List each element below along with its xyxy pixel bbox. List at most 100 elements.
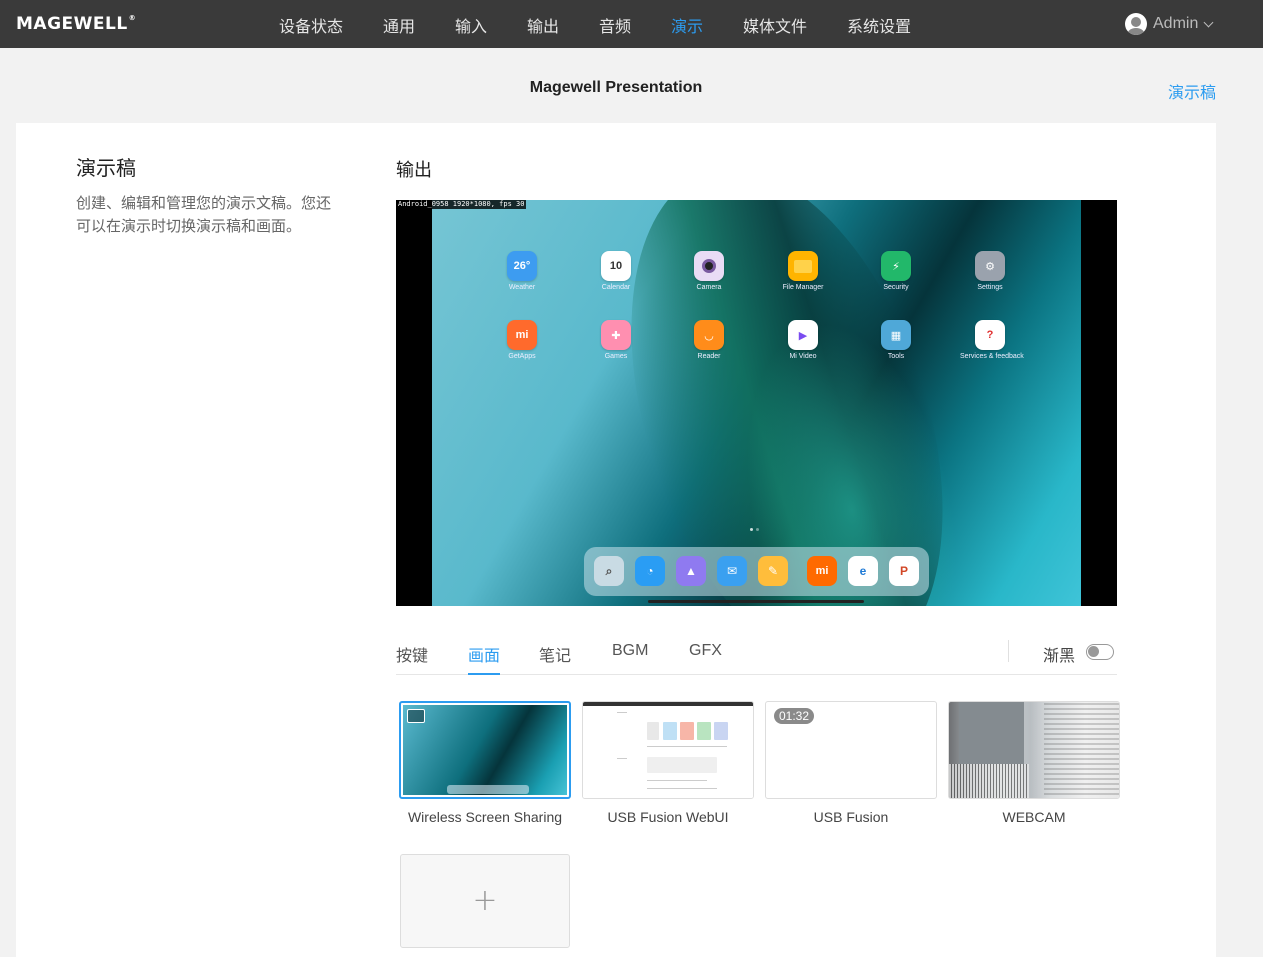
tab-scenes[interactable]: 画面	[468, 642, 500, 666]
section-description: 创建、编辑和管理您的演示文稿。您还可以在演示时切换演示稿和画面。	[76, 195, 332, 235]
logo-text: MAGEWELL	[16, 14, 128, 34]
app-reader[interactable]: ◡ Reader	[679, 320, 739, 360]
powerpoint-icon[interactable]: P	[889, 556, 919, 586]
scene-label: USB Fusion WebUI	[607, 809, 729, 825]
gamepad-icon: ✚	[601, 320, 631, 350]
scene-thumbnail[interactable]	[399, 701, 571, 799]
feedback-icon: ?	[975, 320, 1005, 350]
nav-item-audio[interactable]: 音频	[599, 13, 631, 37]
scene-label: Wireless Screen Sharing	[407, 809, 563, 825]
stream-info-overlay: Android_0958 1920*1080, fps 30	[396, 200, 527, 209]
app-label: Tools	[887, 353, 905, 360]
nav-item-output[interactable]: 输出	[527, 13, 559, 37]
user-avatar-icon	[1125, 13, 1147, 35]
app-games[interactable]: ✚ Games	[586, 320, 646, 360]
app-file-manager[interactable]: File Manager	[773, 251, 833, 291]
app-calendar[interactable]: 10 Calendar	[586, 251, 646, 291]
webui-preview	[583, 702, 753, 798]
app-label: Reader	[697, 353, 721, 360]
app-camera[interactable]: Camera	[679, 251, 739, 291]
nav-item-system-settings[interactable]: 系统设置	[847, 13, 911, 37]
reader-icon: ◡	[694, 320, 724, 350]
edge-browser-icon[interactable]: e	[848, 556, 878, 586]
shield-icon: ⚡	[881, 251, 911, 281]
output-title: 输出	[396, 160, 432, 180]
screen-share-preview	[403, 705, 567, 795]
android-home-screen: 26° Weather 10 Calendar Camera File Mana…	[432, 200, 1081, 606]
output-preview[interactable]: Android_0958 1920*1080, fps 30 26° Weath…	[396, 200, 1117, 606]
tab-divider	[1008, 640, 1009, 662]
tab-keys[interactable]: 按键	[396, 642, 428, 666]
scene-thumbnail[interactable]: 01:32	[765, 701, 937, 799]
app-label: GetApps	[508, 353, 536, 360]
camera-icon	[694, 251, 724, 281]
plus-icon: +	[472, 883, 498, 918]
screen-cast-icon	[407, 709, 425, 723]
tab-notes[interactable]: 笔记	[539, 642, 571, 666]
nav-item-device-status[interactable]: 设备状态	[279, 13, 343, 37]
play-icon: ▶	[788, 320, 818, 350]
add-scene-button[interactable]: +	[400, 854, 570, 948]
app-label: Security	[883, 284, 909, 291]
app-getapps[interactable]: mi GetApps	[492, 320, 552, 360]
nav-item-general[interactable]: 通用	[383, 13, 415, 37]
app-label: Services & feedback	[960, 353, 1024, 360]
app-label: Mi Video	[789, 353, 817, 360]
app-label: Games	[604, 353, 628, 360]
app-label: Weather	[508, 284, 536, 291]
mini-dock	[447, 785, 529, 794]
messages-icon[interactable]: ◔	[635, 556, 665, 586]
fade-to-black-label: 渐黑	[1043, 648, 1076, 665]
tab-gfx[interactable]: GFX	[689, 642, 722, 660]
scene-thumbnail[interactable]	[582, 701, 754, 799]
app-settings[interactable]: ⚙ Settings	[960, 251, 1020, 291]
section-title: 演示稿	[76, 158, 136, 180]
tab-bgm[interactable]: BGM	[612, 642, 648, 660]
nav-item-input[interactable]: 输入	[455, 13, 487, 37]
presentations-link[interactable]: 演示稿	[1168, 79, 1216, 103]
home-indicator	[648, 600, 864, 603]
search-icon[interactable]: ⌕	[594, 556, 624, 586]
app-security[interactable]: ⚡ Security	[866, 251, 926, 291]
active-tab-indicator	[468, 673, 500, 675]
magewell-logo[interactable]: MAGEWELL®	[16, 14, 136, 34]
user-menu[interactable]: Admin	[1125, 13, 1214, 35]
app-dock: ⌕ ◔ ▲ ✉ ✎ mi e P	[584, 547, 929, 596]
fade-to-black-toggle[interactable]	[1086, 644, 1114, 660]
scene-wireless-screen-sharing[interactable]: Wireless Screen Sharing	[399, 701, 571, 825]
page-dot	[756, 528, 759, 531]
top-nav-bar: MAGEWELL® 设备状态 通用 输入 输出 音频 演示 媒体文件 系统设置 …	[0, 0, 1263, 48]
page-dot-active	[750, 528, 753, 531]
main-card: 演示稿 创建、编辑和管理您的演示文稿。您还可以在演示时切换演示稿和画面。 输出 …	[16, 123, 1216, 957]
mi-store-icon[interactable]: mi	[807, 556, 837, 586]
app-services-feedback[interactable]: ? Services & feedback	[960, 320, 1024, 360]
control-tabs: 按键 画面 笔记 BGM GFX 渐黑	[396, 633, 1117, 675]
mail-icon[interactable]: ✉	[717, 556, 747, 586]
nav-item-media-files[interactable]: 媒体文件	[743, 13, 807, 37]
app-mi-video[interactable]: ▶ Mi Video	[773, 320, 833, 360]
gear-icon: ⚙	[975, 251, 1005, 281]
logo-mark: ®	[128, 14, 137, 22]
getapps-icon: mi	[507, 320, 537, 350]
folder-icon	[788, 251, 818, 281]
calendar-icon: 10	[601, 251, 631, 281]
app-tools[interactable]: ▦ Tools	[866, 320, 926, 360]
user-name: Admin	[1153, 15, 1199, 32]
scene-usb-fusion-webui[interactable]: USB Fusion WebUI	[582, 701, 754, 825]
duration-badge: 01:32	[774, 708, 815, 724]
scene-thumbnail[interactable]	[948, 701, 1120, 799]
app-label: File Manager	[782, 284, 824, 291]
scene-label: WEBCAM	[1002, 809, 1066, 825]
scene-webcam[interactable]: WEBCAM	[948, 701, 1120, 825]
app-weather[interactable]: 26° Weather	[492, 251, 552, 291]
scene-usb-fusion[interactable]: 01:32 USB Fusion	[765, 701, 937, 825]
nav-item-presentation[interactable]: 演示	[671, 13, 703, 37]
scene-label: USB Fusion	[813, 809, 889, 825]
gallery-icon[interactable]: ▲	[676, 556, 706, 586]
app-label: Calendar	[601, 284, 631, 291]
notes-icon[interactable]: ✎	[758, 556, 788, 586]
app-label: Settings	[977, 284, 1003, 291]
tools-icon: ▦	[881, 320, 911, 350]
webcam-preview	[949, 702, 1119, 798]
app-label: Camera	[696, 284, 722, 291]
